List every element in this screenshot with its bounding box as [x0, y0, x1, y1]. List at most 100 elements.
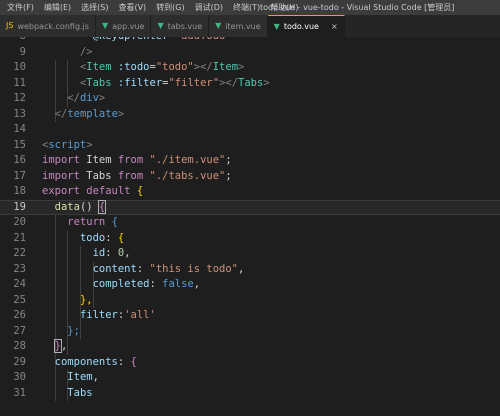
code-token: >	[238, 61, 245, 73]
line-number: 12	[13, 92, 26, 104]
menu-go[interactable]: 转到(G)	[151, 0, 189, 15]
line-number: 30	[13, 371, 26, 383]
code-line[interactable]: 23 content: "this is todo",	[0, 262, 500, 278]
code-token: import	[42, 169, 80, 182]
code-text: Item,	[42, 370, 99, 386]
menu-file[interactable]: 文件(F)	[2, 0, 39, 15]
line-number: 10	[13, 61, 26, 73]
line-number: 13	[13, 107, 26, 120]
code-text: Tabs	[42, 386, 93, 402]
code-token: import	[42, 154, 80, 166]
tab-app-vue[interactable]: ▼ app.vue	[95, 15, 152, 37]
code-line[interactable]: 19 data() {	[0, 199, 500, 215]
code-token: "./tabs.vue"	[149, 169, 226, 182]
code-text: id: 0,	[42, 246, 131, 262]
code-line[interactable]: 28 },	[0, 339, 500, 355]
line-number: 26	[13, 309, 26, 321]
code-line[interactable]: 22 id: 0,	[0, 246, 500, 262]
code-token: "this is todo"	[149, 262, 239, 275]
code-token: "addTodo"	[175, 37, 232, 42]
code-text: return {	[42, 215, 118, 231]
code-token: {	[97, 199, 107, 214]
code-line[interactable]: 21 todo: {	[0, 231, 500, 247]
code-token: Item	[86, 61, 112, 73]
code-editor[interactable]: 8 @keyup.enter="addTodo"9 />10 <Item :to…	[0, 37, 500, 416]
code-text: import Tabs from "./tabs.vue";	[42, 169, 232, 185]
menu-view[interactable]: 查看(V)	[113, 0, 151, 15]
code-line[interactable]: 20 return {	[0, 215, 500, 231]
code-token: />	[79, 45, 93, 58]
code-token: data	[54, 200, 80, 213]
code-token: from	[117, 154, 144, 166]
code-line[interactable]: 30 Item,	[0, 370, 500, 386]
code-line[interactable]: 24 completed: false,	[0, 277, 500, 293]
code-line[interactable]: 26 filter:'all'	[0, 308, 500, 324]
line-number: 8	[0, 37, 26, 45]
tab-label: item.vue	[225, 21, 261, 31]
code-token: :	[105, 247, 118, 259]
code-line[interactable]: 18 export default {	[0, 184, 500, 200]
menu-selection[interactable]: 选择(S)	[76, 0, 113, 15]
code-text: filter:'all'	[42, 308, 156, 324]
code-token: {	[117, 231, 125, 244]
code-token: 'all'	[124, 309, 156, 321]
code-token: {	[111, 216, 118, 228]
window-title: todo.vue - vue-todo - Visual Studio Code…	[260, 3, 455, 12]
code-token: Tabs	[79, 169, 118, 182]
tab-todo-vue[interactable]: ▼ todo.vue ×	[267, 15, 345, 37]
code-line[interactable]: 17 import Tabs from "./tabs.vue";	[0, 169, 500, 185]
code-line[interactable]: 14	[0, 122, 500, 138]
tab-item-vue[interactable]: ▼ item.vue	[209, 15, 268, 37]
tab-label: app.vue	[112, 21, 145, 31]
line-number: 22	[13, 247, 26, 259]
vue-file-icon: ▼	[273, 21, 280, 31]
code-token: Tabs	[67, 386, 93, 399]
code-line[interactable]: 16 import Item from "./item.vue";	[0, 153, 500, 169]
line-number: 11	[13, 76, 26, 89]
code-line[interactable]: 10 <Item :todo="todo"></Item>	[0, 60, 500, 76]
vue-file-icon: ▼	[101, 21, 109, 30]
code-token: script	[48, 138, 87, 151]
code-line[interactable]: 13 </template>	[0, 107, 500, 123]
js-file-icon: JS	[6, 21, 14, 30]
code-line[interactable]: 15 <script>	[0, 138, 500, 154]
code-token: ;	[225, 169, 232, 182]
code-line[interactable]: 9 />	[0, 45, 500, 61]
code-line[interactable]: 12 </div>	[0, 91, 500, 107]
code-line[interactable]: 11 <Tabs :filter="filter"></Tabs>	[0, 76, 500, 92]
line-number: 23	[13, 262, 26, 275]
menu-debug[interactable]: 调试(D)	[190, 0, 228, 15]
code-line[interactable]: 25 },	[0, 293, 500, 309]
code-line[interactable]: 31 Tabs	[0, 386, 500, 402]
code-line[interactable]: 8 @keyup.enter="addTodo"	[0, 37, 500, 45]
title-bar: 文件(F) 编辑(E) 选择(S) 查看(V) 转到(G) 调试(D) 终端(T…	[0, 0, 500, 15]
code-token: content	[92, 262, 137, 275]
code-text: },	[42, 339, 67, 355]
code-text: </div>	[42, 91, 105, 107]
code-token: :filter	[117, 76, 163, 89]
code-token: :	[136, 262, 150, 275]
code-token: },	[79, 293, 93, 306]
code-token: return	[67, 216, 106, 228]
code-line[interactable]: 27 };	[0, 324, 500, 340]
code-line[interactable]: 29 components: {	[0, 355, 500, 371]
code-token: from	[117, 169, 144, 182]
code-token: >	[86, 138, 93, 151]
tab-webpack-config[interactable]: JS webpack.config.js	[0, 15, 96, 37]
tab-tabs-vue[interactable]: ▼ tabs.vue	[151, 15, 210, 37]
code-token: ()	[79, 200, 99, 213]
code-token: :	[105, 231, 118, 244]
close-icon[interactable]: ×	[331, 22, 338, 31]
code-text: import Item from "./item.vue";	[42, 153, 232, 169]
code-token: export	[42, 185, 80, 197]
menu-edit[interactable]: 编辑(E)	[39, 0, 76, 15]
code-text: <Tabs :filter="filter"></Tabs>	[42, 76, 270, 92]
line-number: 15	[13, 138, 26, 151]
line-number: 31	[13, 386, 26, 399]
